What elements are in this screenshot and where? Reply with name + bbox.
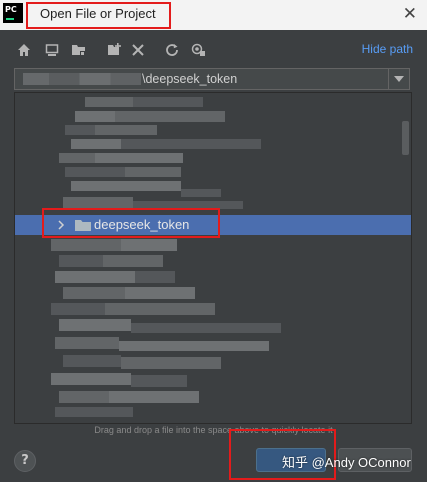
blurred-item (71, 139, 121, 149)
blurred-item (125, 167, 181, 177)
path-value: \deepseek_token (142, 72, 238, 86)
blurred-item (65, 125, 95, 135)
file-tree[interactable]: deepseek_token (14, 92, 412, 424)
blurred-item (95, 125, 157, 135)
blurred-item (121, 139, 261, 149)
hide-path-link[interactable]: Hide path (362, 42, 413, 56)
blurred-item (105, 303, 215, 315)
pycharm-icon: PC (3, 3, 23, 23)
refresh-icon[interactable] (162, 40, 182, 60)
desktop-icon[interactable] (42, 40, 62, 60)
blurred-item (133, 97, 203, 107)
watermark: 知乎 @Andy OConnor (282, 455, 411, 470)
selection-annotation-box (42, 208, 220, 238)
blurred-item (131, 323, 281, 333)
new-folder-icon[interactable] (104, 40, 124, 60)
blurred-item (85, 97, 133, 107)
vertical-scrollbar[interactable] (402, 121, 409, 155)
blurred-item (103, 255, 163, 267)
blurred-item (115, 111, 225, 122)
title-bar: PC Open File or Project ✕ (0, 0, 427, 30)
home-icon[interactable] (14, 40, 34, 60)
blurred-item (95, 153, 183, 163)
blurred-item (51, 373, 131, 385)
blurred-item (59, 255, 103, 267)
path-input[interactable]: \deepseek_token (14, 68, 410, 90)
app-icon-bar (6, 18, 14, 20)
blurred-item (181, 189, 221, 197)
blurred-item (55, 407, 133, 417)
blurred-item (63, 355, 121, 367)
toolbar (14, 40, 414, 60)
blurred-item (55, 271, 135, 283)
blurred-item (121, 357, 221, 369)
blurred-item (75, 111, 115, 122)
blurred-item (51, 303, 105, 315)
blurred-item (59, 391, 109, 403)
show-hidden-icon[interactable] (188, 40, 208, 60)
blurred-item (63, 287, 125, 299)
blurred-item (55, 337, 119, 349)
help-button[interactable]: ? (14, 450, 36, 472)
title-annotation-box (26, 2, 171, 29)
project-folder-icon[interactable] (68, 40, 88, 60)
blurred-item (59, 319, 131, 331)
blurred-item (71, 181, 181, 191)
blurred-item (131, 375, 187, 387)
delete-icon[interactable] (128, 40, 148, 60)
drag-drop-hint: Drag and drop a file into the space abov… (94, 425, 333, 435)
blurred-item (125, 287, 195, 299)
path-history-dropdown[interactable] (388, 69, 409, 89)
blurred-item (109, 391, 199, 403)
close-button[interactable]: ✕ (403, 4, 417, 24)
chevron-down-icon (394, 76, 404, 82)
blurred-item (51, 239, 121, 251)
blurred-item (135, 271, 175, 283)
blurred-item (65, 167, 125, 177)
blurred-item (121, 239, 177, 251)
app-icon-text: PC (5, 5, 17, 14)
path-prefix-blurred (23, 73, 141, 85)
blurred-item (59, 153, 95, 163)
blurred-item (119, 341, 269, 351)
